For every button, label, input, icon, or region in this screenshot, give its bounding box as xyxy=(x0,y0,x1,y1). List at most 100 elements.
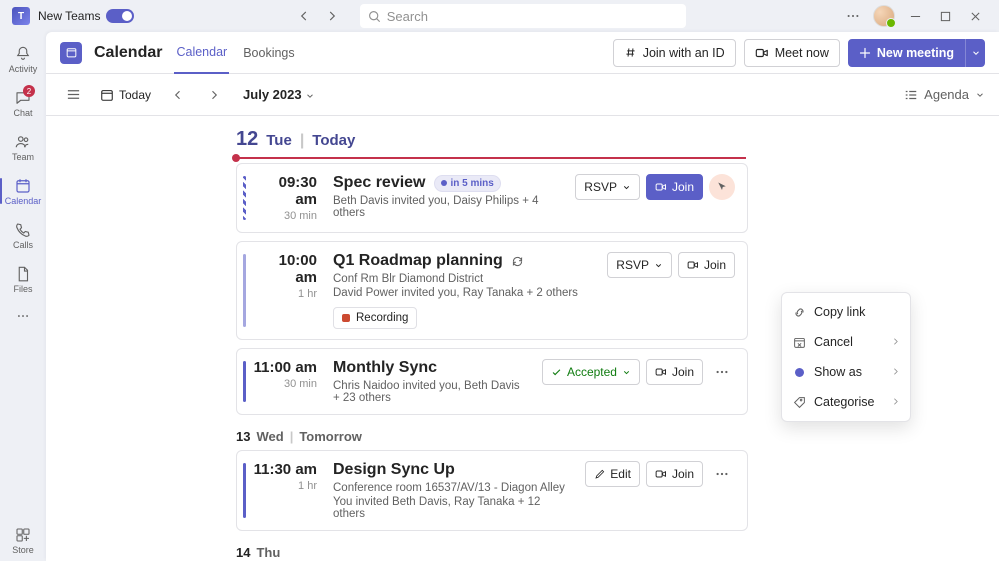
day-heading-today: 12 Tue | Today xyxy=(236,128,989,151)
join-label: Join xyxy=(672,180,694,194)
join-label: Join xyxy=(672,467,694,481)
join-label: Join xyxy=(704,258,726,272)
hamburger-menu-button[interactable] xyxy=(60,82,86,108)
file-icon xyxy=(14,265,32,283)
window-minimize-button[interactable] xyxy=(905,6,925,26)
video-icon xyxy=(755,46,769,60)
prev-period-button[interactable] xyxy=(165,82,191,108)
menu-cancel[interactable]: Cancel xyxy=(782,327,910,357)
menu-show-as[interactable]: Show as xyxy=(782,357,910,387)
ellipsis-icon xyxy=(715,467,729,481)
chevron-right-icon xyxy=(891,365,900,379)
event-attendees: Chris Naidoo invited you, Beth Davis + 2… xyxy=(333,380,526,404)
rail-activity[interactable]: Activity xyxy=(0,38,46,80)
agenda-view: 12 Tue | Today 09:30 am 30 min Spec revi… xyxy=(46,116,999,561)
hash-icon xyxy=(624,46,637,59)
video-icon xyxy=(655,181,667,193)
recurring-icon xyxy=(511,255,524,268)
event-time: 10:00 am xyxy=(253,252,317,286)
event-time: 11:00 am xyxy=(253,359,317,376)
join-button[interactable]: Join xyxy=(646,359,703,385)
rsvp-button[interactable]: RSVP xyxy=(575,174,640,200)
calendar-header: Calendar Calendar Bookings Join with an … xyxy=(46,32,999,74)
app-rail: Activity 2 Chat Team Calendar Calls File… xyxy=(0,32,46,561)
view-label: Agenda xyxy=(924,87,969,102)
video-icon xyxy=(655,468,667,480)
today-button[interactable]: Today xyxy=(96,82,155,108)
recording-label: Recording xyxy=(356,312,408,324)
chat-badge: 2 xyxy=(23,85,35,97)
event-card[interactable]: 11:00 am 30 min Monthly Sync Chris Naido… xyxy=(236,348,748,415)
day-weekday: Tue xyxy=(266,132,292,149)
search-icon xyxy=(368,10,381,23)
ellipsis-icon xyxy=(715,365,729,379)
more-menu-button[interactable] xyxy=(843,6,863,26)
rail-label: Team xyxy=(12,152,34,162)
rail-team[interactable]: Team xyxy=(0,126,46,168)
rail-chat[interactable]: 2 Chat xyxy=(0,82,46,124)
rail-more[interactable] xyxy=(0,302,46,330)
new-meeting-menu-button[interactable] xyxy=(965,39,985,67)
event-more-button[interactable] xyxy=(709,174,735,200)
join-button[interactable]: Join xyxy=(646,174,703,200)
search-field[interactable]: Search xyxy=(360,4,686,28)
video-icon xyxy=(687,259,699,271)
history-back-button[interactable] xyxy=(292,4,316,28)
event-card[interactable]: 10:00 am 1 hr Q1 Roadmap planning Conf R… xyxy=(236,241,748,340)
history-forward-button[interactable] xyxy=(320,4,344,28)
meet-now-label: Meet now xyxy=(775,46,829,60)
edit-button[interactable]: Edit xyxy=(585,461,640,487)
join-label: Join xyxy=(672,365,694,379)
page-title: Calendar xyxy=(94,44,162,62)
menu-label: Show as xyxy=(814,365,862,379)
tab-bookings[interactable]: Bookings xyxy=(241,33,296,73)
menu-categorise[interactable]: Categorise xyxy=(782,387,910,417)
plus-icon xyxy=(859,47,871,59)
rail-calendar[interactable]: Calendar xyxy=(0,170,46,212)
day-weekday: Thu xyxy=(256,545,280,560)
join-with-id-button[interactable]: Join with an ID xyxy=(613,39,736,67)
rail-store[interactable]: Store xyxy=(0,519,46,561)
rail-calls[interactable]: Calls xyxy=(0,214,46,256)
recording-pill[interactable]: Recording xyxy=(333,307,417,329)
chevron-right-icon xyxy=(891,395,900,409)
event-location: Conf Rm Blr Diamond District xyxy=(333,273,591,285)
chevron-down-icon xyxy=(305,91,315,101)
chevron-down-icon xyxy=(622,368,631,377)
rail-label: Calendar xyxy=(5,196,42,206)
event-more-button[interactable] xyxy=(709,359,735,385)
menu-copy-link[interactable]: Copy link xyxy=(782,297,910,327)
join-button[interactable]: Join xyxy=(646,461,703,487)
event-more-button[interactable] xyxy=(709,461,735,487)
event-card[interactable]: 11:30 am 1 hr Design Sync Up Conference … xyxy=(236,450,748,531)
event-card[interactable]: 09:30 am 30 min Spec review in 5 mins Be… xyxy=(236,163,748,233)
checkmark-icon xyxy=(551,367,562,378)
month-picker[interactable]: July 2023 xyxy=(243,87,315,102)
rail-label: Calls xyxy=(13,240,33,250)
new-teams-toggle[interactable] xyxy=(106,9,134,23)
calendar-icon xyxy=(14,177,32,195)
tab-calendar[interactable]: Calendar xyxy=(174,32,229,74)
event-title: Monthly Sync xyxy=(333,359,437,377)
window-maximize-button[interactable] xyxy=(935,6,955,26)
ellipsis-icon xyxy=(16,309,30,323)
new-meeting-label: New meeting xyxy=(877,46,954,60)
next-period-button[interactable] xyxy=(201,82,227,108)
chevron-down-icon xyxy=(975,90,985,100)
link-icon xyxy=(792,305,806,319)
user-avatar[interactable] xyxy=(873,5,895,27)
window-close-button[interactable] xyxy=(965,6,985,26)
view-picker[interactable]: Agenda xyxy=(904,87,985,102)
day-weekday: Wed xyxy=(256,429,283,444)
meet-now-button[interactable]: Meet now xyxy=(744,39,840,67)
rail-files[interactable]: Files xyxy=(0,258,46,300)
day-number: 14 xyxy=(236,545,250,560)
new-meeting-button[interactable]: New meeting xyxy=(848,39,965,67)
join-button[interactable]: Join xyxy=(678,252,735,278)
people-icon xyxy=(14,133,32,151)
status-button[interactable]: Accepted xyxy=(542,359,640,385)
rail-label: Chat xyxy=(13,108,32,118)
rsvp-button[interactable]: RSVP xyxy=(607,252,672,278)
event-title: Q1 Roadmap planning xyxy=(333,252,503,270)
calendar-today-icon xyxy=(100,88,114,102)
